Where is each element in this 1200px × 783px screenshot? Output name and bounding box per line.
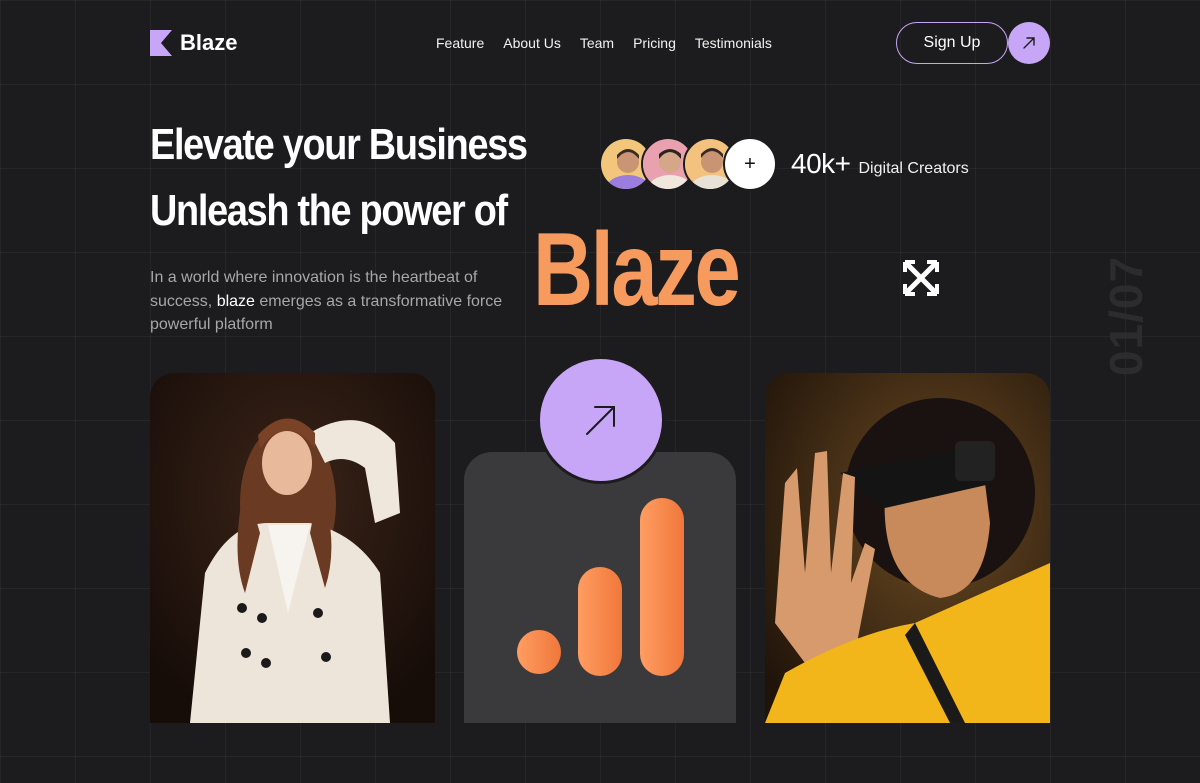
header: Blaze Feature About Us Team Pricing Test… (150, 22, 1050, 64)
arrow-up-right-icon (1023, 37, 1035, 49)
nav-item-team[interactable]: Team (580, 35, 614, 51)
bar-chart-icon (517, 498, 684, 676)
slide-counter: 01/07 (1100, 255, 1152, 377)
woman-portrait-image (150, 373, 435, 723)
brand-logo[interactable]: Blaze (150, 30, 237, 56)
desc-highlight: blaze (216, 292, 255, 310)
nav-item-about-us[interactable]: About Us (503, 35, 561, 51)
arrow-up-right-icon (586, 406, 615, 435)
hero-description: In a world where innovation is the heart… (150, 266, 510, 337)
blaze-logo-icon (150, 30, 172, 56)
add-creator-button[interactable]: + (723, 137, 777, 191)
creator-avatars: + (599, 137, 779, 193)
creators-stat: 40k+ Digital Creators (791, 148, 969, 180)
brand-name: Blaze (180, 30, 238, 55)
main-nav: Feature About Us Team Pricing Testimonia… (436, 35, 772, 51)
cross-arrows-icon (903, 260, 939, 296)
header-arrow-button[interactable] (1008, 22, 1050, 64)
woman-vr-glasses-image (765, 373, 1050, 723)
creators-label: Digital Creators (858, 160, 969, 177)
center-arrow-button[interactable] (537, 356, 665, 484)
nav-item-feature[interactable]: Feature (436, 35, 484, 51)
creators-count: 40k+ (791, 148, 851, 179)
headline-line-1: Elevate your Business (150, 120, 528, 169)
headline-brand-word: Blaze (533, 212, 741, 328)
nav-item-testimonials[interactable]: Testimonials (695, 35, 772, 51)
sign-up-button[interactable]: Sign Up (896, 22, 1008, 64)
nav-item-pricing[interactable]: Pricing (633, 35, 676, 51)
headline-line-2: Unleash the power of (150, 186, 508, 235)
